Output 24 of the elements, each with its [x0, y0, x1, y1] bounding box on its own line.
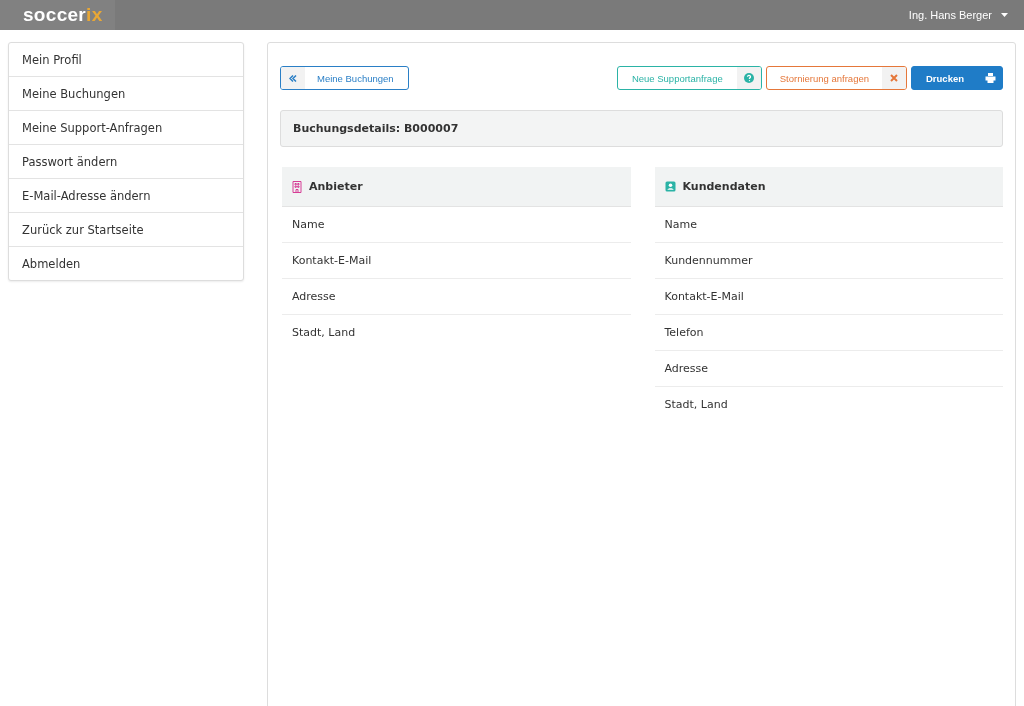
- sidebar-item[interactable]: Abmelden: [9, 246, 243, 280]
- sidebar-item[interactable]: Meine Support-Anfragen: [9, 110, 243, 144]
- field-label: Stadt, Land: [664, 398, 728, 411]
- sidebar-item[interactable]: Passwort ändern: [9, 144, 243, 178]
- field-label: Name: [664, 218, 697, 231]
- logo[interactable]: soccerix: [0, 0, 115, 30]
- user-menu[interactable]: Ing. Hans Berger: [908, 9, 1008, 21]
- sidebar-item[interactable]: Zurück zur Startseite: [9, 212, 243, 246]
- field-label: Kundennummer: [664, 254, 753, 267]
- details-title: Buchungsdetails: B000007: [293, 122, 459, 135]
- field-label: Kontakt-E-Mail: [664, 290, 744, 303]
- panel-title: Kundendaten: [682, 180, 766, 193]
- print-button[interactable]: Drucken: [911, 66, 1003, 90]
- field-label: Adresse: [664, 362, 709, 375]
- field-label: Kontakt-E-Mail: [292, 254, 372, 267]
- sidebar-item[interactable]: Meine Buchungen: [9, 76, 243, 110]
- sidebar-item[interactable]: E-Mail-Adresse ändern: [9, 178, 243, 212]
- field-label: Adresse: [292, 290, 336, 303]
- field-label: Telefon: [664, 326, 704, 339]
- sidebar-item[interactable]: Mein Profil: [9, 43, 243, 76]
- panel-title: Anbieter: [309, 180, 363, 193]
- field-label: Name: [292, 218, 325, 231]
- field-label: Stadt, Land: [292, 326, 356, 339]
- back-button[interactable]: Meine Buchungen: [280, 66, 409, 90]
